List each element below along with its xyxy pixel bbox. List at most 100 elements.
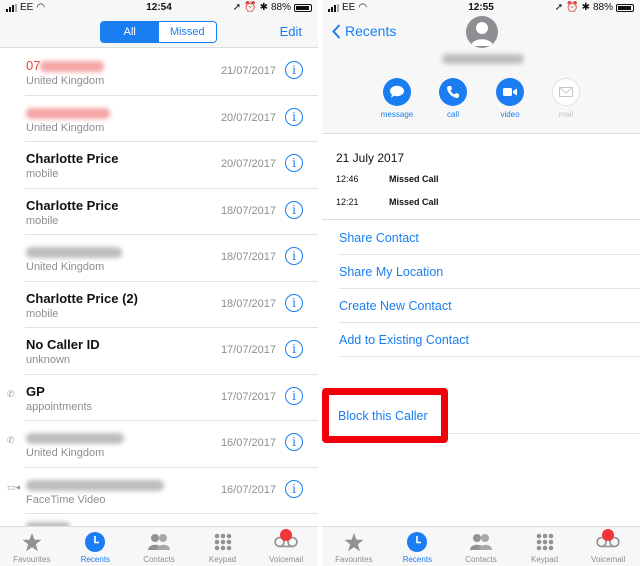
back-button[interactable]: Recents xyxy=(332,23,396,39)
list-item[interactable]: ▭◂ FaceTime Video 16/07/2017 i xyxy=(0,468,318,515)
mail-icon xyxy=(559,87,573,97)
battery-percent: 88% xyxy=(270,2,291,13)
call-date: 18/07/2017 xyxy=(220,251,276,263)
list-item[interactable]: Charlotte Price mobile 20/07/2017 i xyxy=(0,142,318,189)
tab-label: Keypad xyxy=(209,555,237,564)
info-icon[interactable]: i xyxy=(285,293,303,312)
list-item[interactable]: No Caller ID unknown 17/07/2017 i xyxy=(0,328,318,375)
caller-detail: United Kingdom xyxy=(26,261,105,273)
tab-label: Recents xyxy=(402,555,433,564)
list-item[interactable]: ✆ GP appointments 17/07/2017 i xyxy=(0,375,318,422)
call-date: 18/07/2017 xyxy=(220,297,276,310)
call-date-heading: 21 July 2017 xyxy=(336,151,405,165)
info-icon[interactable]: i xyxy=(285,479,303,498)
contacts-icon xyxy=(469,532,493,552)
mail-button[interactable]: mail xyxy=(546,78,586,119)
tab-voicemail[interactable]: Voicemail xyxy=(576,527,640,566)
segment-missed[interactable]: Missed xyxy=(158,22,216,42)
create-contact-button[interactable]: Create New Contact xyxy=(339,289,640,323)
tab-bar: Favourites Recents Contacts Keypad Voice… xyxy=(322,526,640,566)
call-date: 20/07/2017 xyxy=(220,111,276,124)
call-details-screen: EE ◠ 12:55 ➚ ⏰ ✱ 88% Recents message call vi… xyxy=(322,0,640,566)
tab-bar: Favourites Recents Contacts Keypad Voice… xyxy=(0,526,318,566)
caller-name: Charlotte Price xyxy=(26,197,119,213)
info-icon[interactable]: i xyxy=(285,340,303,358)
tab-label: Contacts xyxy=(465,555,497,564)
outgoing-call-icon: ✆ xyxy=(7,435,15,445)
call-log-entry: 12:21 Missed Call xyxy=(336,197,439,207)
alarm-icon: ⏰ xyxy=(566,2,579,13)
tab-recents[interactable]: Recents xyxy=(386,527,450,566)
avatar xyxy=(466,16,498,48)
list-item[interactable]: Charlotte Price (2) mobile 18/07/2017 i xyxy=(0,282,318,329)
list-item[interactable]: United Kingdom 20/07/2017 i xyxy=(0,96,318,143)
video-button[interactable]: video xyxy=(490,78,530,119)
caller-name xyxy=(26,477,164,492)
caller-name: GP xyxy=(26,383,45,399)
call-date: 16/07/2017 xyxy=(220,483,276,496)
info-icon[interactable]: i xyxy=(285,247,303,265)
info-icon[interactable]: i xyxy=(285,154,303,172)
video-icon xyxy=(503,88,517,96)
list-item[interactable]: ✆ United Kingdom 16/07/2017 i xyxy=(0,421,318,468)
share-contact-button[interactable]: Share Contact xyxy=(339,221,640,255)
divider xyxy=(322,219,640,220)
caller-name xyxy=(26,244,122,259)
contact-name-redacted xyxy=(442,54,524,64)
battery-percent: 88% xyxy=(592,2,613,13)
list-item[interactable]: Charlotte Price mobile 18/07/2017 i xyxy=(0,189,318,236)
call-date: 20/07/2017 xyxy=(220,158,276,170)
caller-detail: unknown xyxy=(26,354,71,366)
tab-recents[interactable]: Recents xyxy=(64,527,128,566)
list-item[interactable]: 07 United Kingdom 21/07/2017 i xyxy=(0,49,318,96)
call-date: 17/07/2017 xyxy=(220,390,276,403)
recents-screen: EE ◠ 12:54 ➚ ⏰ ✱ 88% All Missed Edit 07 Unit… xyxy=(0,0,318,566)
caller-detail: mobile xyxy=(26,168,59,180)
tab-contacts[interactable]: Contacts xyxy=(449,527,513,566)
call-button[interactable]: call xyxy=(433,78,473,119)
info-icon[interactable]: i xyxy=(285,61,303,79)
info-icon[interactable]: i xyxy=(285,386,303,405)
call-date: 17/07/2017 xyxy=(220,344,276,356)
nav-bar: All Missed Edit xyxy=(0,16,318,48)
info-icon[interactable]: i xyxy=(285,200,303,219)
location-icon: ➚ xyxy=(232,2,242,13)
tab-label: Favourites xyxy=(335,555,373,564)
battery-icon xyxy=(616,3,634,12)
call-log-entry: 12:46 Missed Call xyxy=(336,174,439,184)
tab-voicemail[interactable]: Voicemail xyxy=(254,527,318,566)
segment-all[interactable]: All xyxy=(101,22,159,42)
caller-name xyxy=(26,430,124,445)
caller-detail: United Kingdom xyxy=(26,75,105,87)
caller-detail: mobile xyxy=(26,214,59,227)
share-location-button[interactable]: Share My Location xyxy=(339,255,640,289)
keypad-icon xyxy=(533,532,557,552)
info-icon[interactable]: i xyxy=(285,433,303,451)
call-date: 16/07/2017 xyxy=(220,437,276,449)
tab-favourites[interactable]: Favourites xyxy=(322,527,386,566)
tab-keypad[interactable]: Keypad xyxy=(191,527,255,566)
caller-detail: FaceTime Video xyxy=(26,493,106,506)
voicemail-badge xyxy=(280,529,293,541)
call-date: 21/07/2017 xyxy=(220,65,276,77)
message-button[interactable]: message xyxy=(377,78,417,119)
tab-label: Voicemail xyxy=(269,555,304,564)
tab-keypad[interactable]: Keypad xyxy=(513,527,577,566)
info-icon[interactable]: i xyxy=(285,107,303,126)
call-date: 18/07/2017 xyxy=(220,204,276,217)
add-existing-contact-button[interactable]: Add to Existing Contact xyxy=(339,323,640,357)
tab-contacts[interactable]: Contacts xyxy=(127,527,191,566)
list-item[interactable]: United Kingdom 18/07/2017 i xyxy=(0,235,318,282)
caller-detail: United Kingdom xyxy=(26,121,105,134)
caller-name: Charlotte Price (2) xyxy=(26,290,138,306)
outgoing-call-icon: ✆ xyxy=(7,388,15,399)
status-bar: EE ◠ 12:55 ➚ ⏰ ✱ 88% xyxy=(322,0,640,16)
edit-button[interactable]: Edit xyxy=(280,24,302,39)
tab-label: Favourites xyxy=(13,555,51,564)
tab-favourites[interactable]: Favourites xyxy=(0,527,64,566)
chevron-left-icon xyxy=(332,23,341,39)
tab-label: Contacts xyxy=(143,555,175,564)
block-caller-button[interactable]: Block this Caller xyxy=(338,409,428,423)
message-icon xyxy=(390,85,404,98)
star-icon xyxy=(342,532,366,552)
